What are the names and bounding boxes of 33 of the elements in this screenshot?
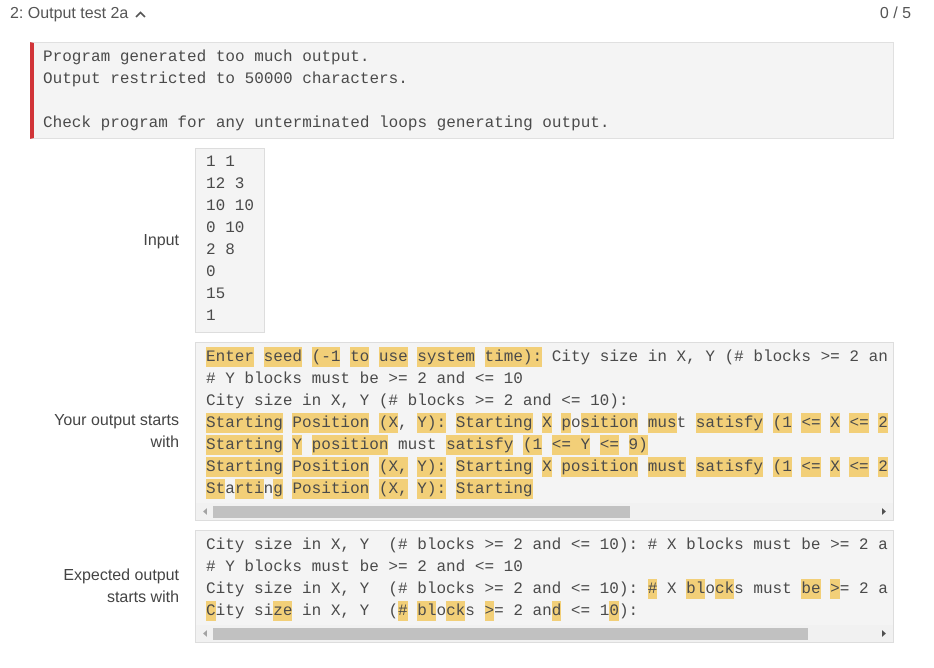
output-line: Starting Y position must satisfy (1 <= Y <= 9) [206, 434, 648, 456]
input-line: 1 1 [206, 152, 235, 173]
output-line: # Y blocks must be >= 2 and <= 10 [206, 557, 523, 578]
output-line: Enter seed (-1 to use system time): City size in X, Y (# blocks >= 2 an [206, 346, 888, 368]
scrollbar-thumb[interactable] [213, 506, 630, 518]
scroll-left-icon[interactable] [203, 508, 207, 515]
section-toggle[interactable]: 2: Output test 2a [10, 3, 146, 25]
input-line: 0 10 [206, 218, 244, 239]
input-line: 15 [206, 284, 226, 305]
error-text: Program generated too much output. [43, 47, 370, 68]
row-label: Your output starts with [53, 410, 179, 452]
output-line: # Y blocks must be >= 2 and <= 10 [206, 369, 523, 390]
score-text: 0 / 5 [880, 4, 911, 24]
output-line: City size in X, Y (# blocks >= 2 and <= 10): [206, 391, 628, 412]
input-line: 2 8 [206, 240, 235, 261]
error-text: Output restricted to 50000 characters. [43, 69, 408, 90]
scroll-right-icon[interactable] [882, 630, 886, 637]
output-line: Starting Position (X, Y): Starting X position must satisfy (1 <= X <= 2 [206, 456, 888, 478]
input-line: 0 [206, 262, 216, 283]
error-text: Check program for any unterminated loops generating output. [43, 113, 610, 134]
output-line: City size in X, Y (# blocks >= 2 and <= 10): [206, 600, 638, 622]
scrollbar-thumb[interactable] [213, 628, 808, 640]
row-label: Expected output starts with [62, 566, 179, 608]
input-line: 10 10 [206, 196, 254, 217]
output-line: Starting Position (X, Y): Starting X position must satisfy (1 <= X <= 2 [206, 412, 888, 434]
output-line: City size in X, Y (# blocks >= 2 and <= 10): # X blocks must be >= 2 a [206, 535, 888, 556]
input-line: 1 [206, 306, 216, 327]
row-label: Input [143, 230, 179, 250]
output-line: Starting Position (X, Y): Starting [206, 478, 533, 500]
input-line: 12 3 [206, 174, 244, 195]
scroll-right-icon[interactable] [882, 508, 886, 515]
scroll-left-icon[interactable] [203, 630, 207, 637]
output-line: City size in X, Y (# blocks >= 2 and <= 10): # X blocks must be >= 2 a [206, 578, 888, 600]
